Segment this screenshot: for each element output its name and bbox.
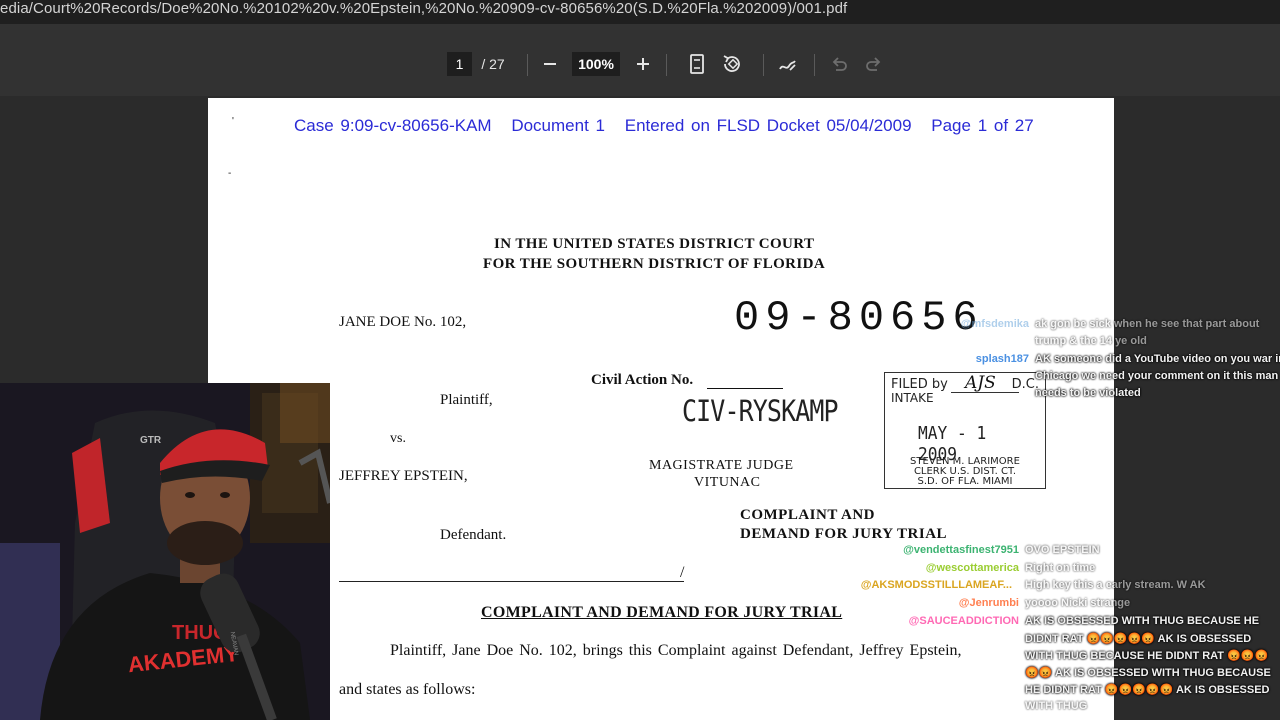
entered-docket: Entered on FLSD Docket 05/04/2009 bbox=[624, 116, 912, 135]
civil-action-label: Civil Action No. bbox=[591, 372, 694, 388]
filed-stamp: FILED by AJS D.C. INTAKE MAY - 1 2009 ST… bbox=[884, 372, 1046, 489]
caption-underline bbox=[339, 581, 684, 582]
chair-brand: GTR bbox=[140, 435, 162, 446]
civil-action-blank bbox=[707, 388, 783, 389]
undo-icon bbox=[832, 57, 847, 71]
body-text-line: and states as follows: bbox=[339, 681, 476, 698]
rotate-icon bbox=[723, 55, 740, 72]
document-title: COMPLAINT AND DEMAND FOR JURY TRIAL bbox=[481, 604, 843, 621]
webcam-overlay: GTR THUG AKADEMY NEAVAN bbox=[0, 383, 330, 720]
toolbar-divider bbox=[527, 54, 528, 76]
plus-icon bbox=[637, 58, 649, 70]
court-name-line2: FOR THE SOUTHERN DISTRICT OF FLORIDA bbox=[483, 256, 826, 272]
clerk-district: S.D. OF FLA. MIAMI bbox=[917, 476, 1013, 487]
toolbar-divider bbox=[666, 54, 667, 76]
body-text-line: Plaintiff, Jane Doe No. 102, brings this… bbox=[390, 642, 962, 659]
page-number-input[interactable]: 1 bbox=[447, 52, 472, 76]
fit-page-button[interactable] bbox=[685, 52, 709, 76]
clerk-initials: AJS bbox=[965, 373, 996, 393]
pdf-page[interactable]: ' - Case 9:09-cv-80656-KAM Document 1 En… bbox=[208, 98, 1114, 720]
pen-icon bbox=[779, 60, 796, 71]
fit-page-icon bbox=[690, 54, 704, 74]
scan-mark: ' bbox=[232, 116, 234, 127]
pdf-toolbar: 1 / 27 100% bbox=[0, 24, 1280, 96]
minus-icon bbox=[544, 63, 556, 65]
intake-label: INTAKE bbox=[891, 391, 934, 405]
magistrate-label: MAGISTRATE JUDGE bbox=[649, 458, 794, 473]
undo-button[interactable] bbox=[827, 52, 851, 76]
complaint-heading-line1: COMPLAINT AND bbox=[740, 507, 875, 523]
toolbar-divider bbox=[763, 54, 764, 76]
versus: vs. bbox=[390, 431, 406, 446]
zoom-out-button[interactable] bbox=[538, 52, 562, 76]
dc-label: D.C. bbox=[1011, 377, 1039, 392]
court-name-line1: IN THE UNITED STATES DISTRICT COURT bbox=[494, 236, 815, 252]
toolbar-divider bbox=[814, 54, 815, 76]
draw-button[interactable] bbox=[776, 52, 800, 76]
filed-by-label: FILED by bbox=[891, 377, 948, 392]
scan-mark: - bbox=[228, 168, 232, 179]
docket-header: Case 9:09-cv-80656-KAM Document 1 Entere… bbox=[294, 116, 1047, 136]
plaintiff-name: JANE DOE No. 102, bbox=[339, 314, 467, 330]
plaintiff-role: Plaintiff, bbox=[440, 392, 493, 408]
caption-slash: / bbox=[680, 564, 685, 581]
redo-icon bbox=[866, 57, 881, 71]
case-number-stamp: 09-80656 bbox=[734, 294, 984, 342]
address-bar[interactable]: edia/Court%20Records/Doe%20No.%20102%20v… bbox=[0, 0, 1280, 24]
civ-judge-stamp: CIV-RYSKAMP bbox=[682, 394, 839, 428]
zoom-level-input[interactable]: 100% bbox=[572, 52, 620, 76]
redo-button[interactable] bbox=[862, 52, 886, 76]
complaint-heading-line2: DEMAND FOR JURY TRIAL bbox=[740, 526, 948, 542]
streamer-video: GTR THUG AKADEMY NEAVAN bbox=[0, 383, 330, 720]
page-total: / 27 bbox=[481, 56, 505, 72]
case-id: Case 9:09-cv-80656-KAM bbox=[294, 116, 492, 135]
url-text[interactable]: edia/Court%20Records/Doe%20No.%20102%20v… bbox=[0, 0, 847, 18]
rotate-button[interactable] bbox=[720, 52, 744, 76]
magistrate-name: VITUNAC bbox=[694, 475, 761, 490]
zoom-in-button[interactable] bbox=[631, 52, 655, 76]
page-of: Page 1 of 27 bbox=[931, 116, 1034, 135]
document-number: Document 1 bbox=[511, 116, 605, 135]
defendant-name: JEFFREY EPSTEIN, bbox=[339, 468, 468, 484]
defendant-role: Defendant. bbox=[440, 527, 507, 543]
